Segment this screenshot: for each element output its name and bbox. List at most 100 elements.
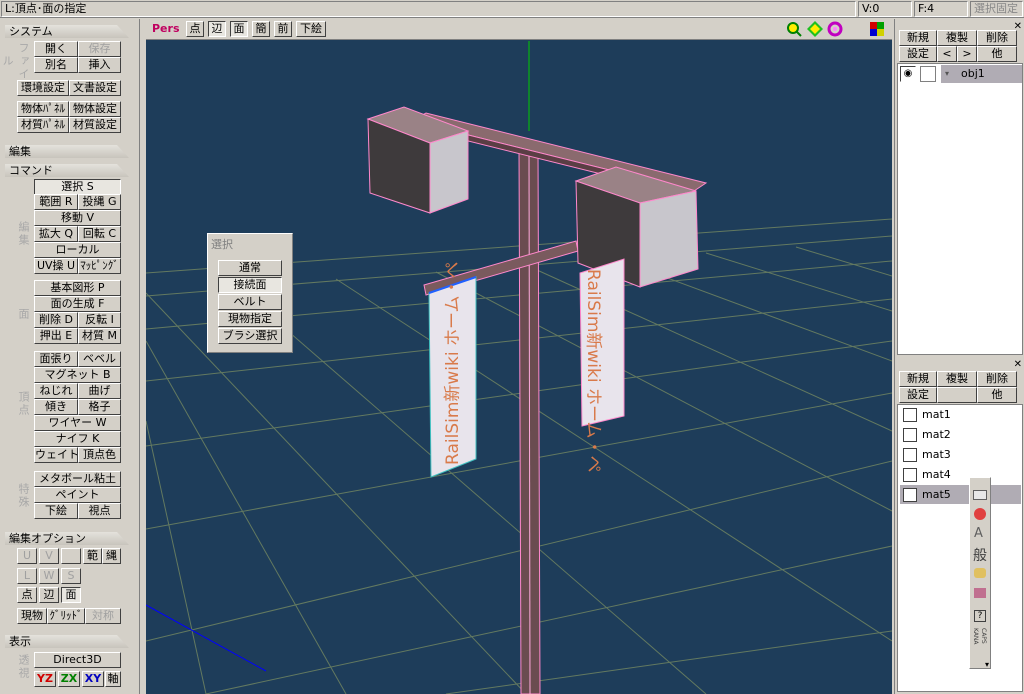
option-symmetry-toggle[interactable]: 対称 bbox=[85, 608, 121, 624]
bevel-button[interactable]: ベベル bbox=[78, 351, 121, 367]
option-v-toggle[interactable]: V bbox=[39, 548, 59, 564]
axis-yz-button[interactable]: YZ bbox=[34, 671, 56, 687]
select-brush-button[interactable]: ブラシ選択 bbox=[218, 328, 282, 344]
save-button[interactable]: 保存 bbox=[78, 41, 121, 57]
material-checkbox[interactable] bbox=[903, 448, 917, 462]
material-row[interactable]: mat2 bbox=[900, 425, 1021, 444]
option-u-toggle[interactable]: U bbox=[17, 548, 37, 564]
object-delete-button[interactable]: 削除 bbox=[977, 30, 1017, 46]
underlay-command-button[interactable]: 下絵 bbox=[34, 503, 78, 519]
direct3d-button[interactable]: Direct3D bbox=[34, 652, 121, 668]
insert-button[interactable]: 挿入 bbox=[78, 57, 121, 73]
paint-button[interactable]: ペイント bbox=[34, 487, 121, 503]
twist-button[interactable]: ねじれ bbox=[34, 383, 78, 399]
object-row[interactable]: ◉ obj1 ▾ bbox=[898, 64, 1022, 84]
uv-command-button[interactable]: UV操 U bbox=[34, 258, 78, 274]
material-row[interactable]: mat4 bbox=[900, 465, 1021, 484]
help-icon[interactable]: ? bbox=[974, 610, 986, 622]
option-grid-toggle[interactable]: ｸﾞﾘｯﾄﾞ bbox=[47, 608, 85, 624]
object-settings-button-panel[interactable]: 設定 bbox=[899, 46, 937, 62]
range-command-button[interactable]: 範囲 R bbox=[34, 194, 78, 210]
object-name-obj1[interactable]: obj1 bbox=[941, 65, 1022, 83]
visibility-eye-icon[interactable]: ◉ bbox=[900, 66, 916, 82]
vp-face-toggle[interactable]: 面 bbox=[230, 21, 248, 37]
scene-canvas[interactable]: RailSim新wiki ホーム・ペ RailSim新wiki ホーム・ペ bbox=[146, 41, 892, 694]
material-row[interactable]: mat3 bbox=[900, 445, 1021, 464]
option-lasso-toggle[interactable]: 縄 bbox=[102, 548, 121, 564]
axis-xy-button[interactable]: XY bbox=[82, 671, 104, 687]
extrude-command-button[interactable]: 押出 E bbox=[34, 328, 78, 344]
vp-front-toggle[interactable]: 前 bbox=[274, 21, 292, 37]
material-blank-button[interactable] bbox=[937, 387, 977, 403]
delete-command-button[interactable]: 削除 D bbox=[34, 312, 78, 328]
weight-button[interactable]: ウェイト bbox=[34, 447, 78, 463]
material-panel-button[interactable]: 材質ﾊﾟﾈﾙ bbox=[17, 117, 69, 133]
option-edge-toggle[interactable]: 辺 bbox=[39, 587, 59, 603]
material-duplicate-button[interactable]: 複製 bbox=[937, 371, 977, 387]
material-checkbox[interactable] bbox=[903, 408, 917, 422]
vp-underlay-toggle[interactable]: 下絵 bbox=[296, 21, 326, 37]
material-row-selected[interactable]: mat5 bbox=[900, 485, 1021, 504]
select-fix-toggle[interactable]: 選択固定 bbox=[970, 1, 1023, 17]
zoom-icon[interactable] bbox=[786, 21, 802, 37]
flip-command-button[interactable]: 反転 I bbox=[78, 312, 121, 328]
material-checkbox[interactable] bbox=[903, 468, 917, 482]
rotate-view-icon[interactable] bbox=[827, 21, 843, 37]
vp-simple-toggle[interactable]: 簡 bbox=[252, 21, 270, 37]
object-settings-button[interactable]: 物体設定 bbox=[69, 101, 121, 117]
generate-face-button[interactable]: 面の生成 F bbox=[34, 296, 121, 312]
wire-button[interactable]: ワイヤー W bbox=[34, 415, 121, 431]
local-command-button[interactable]: ローカル bbox=[34, 242, 121, 258]
lattice-button[interactable]: 格子 bbox=[78, 399, 121, 415]
option-s-toggle[interactable]: S bbox=[61, 568, 81, 584]
material-list[interactable]: mat1 mat2 mat3 mat4 mat5 bbox=[897, 404, 1023, 692]
ime-alpha-label[interactable]: A bbox=[974, 526, 983, 541]
select-belt-button[interactable]: ベルト bbox=[218, 294, 282, 310]
object-panel-button[interactable]: 物体ﾊﾟﾈﾙ bbox=[17, 101, 69, 117]
scale-command-button[interactable]: 拡大 Q bbox=[34, 226, 78, 242]
save-as-button[interactable]: 別名 bbox=[34, 57, 78, 73]
tilt-button[interactable]: 傾き bbox=[34, 399, 78, 415]
view-command-button[interactable]: 視点 bbox=[78, 503, 121, 519]
material-delete-button[interactable]: 削除 bbox=[977, 371, 1017, 387]
lasso-command-button[interactable]: 投縄 G bbox=[78, 194, 121, 210]
option-face-toggle[interactable]: 面 bbox=[61, 587, 81, 603]
option-w-toggle[interactable]: W bbox=[39, 568, 59, 584]
material-command-button[interactable]: 材質 M bbox=[78, 328, 121, 344]
select-connected-button[interactable]: 接続面 bbox=[218, 277, 282, 293]
bend-button[interactable]: 曲げ bbox=[78, 383, 121, 399]
select-normal-button[interactable]: 通常 bbox=[218, 260, 282, 276]
ime-general-label[interactable]: 般 bbox=[973, 545, 987, 565]
metaball-button[interactable]: メタボール粘土 bbox=[34, 471, 121, 487]
pan-icon[interactable] bbox=[807, 21, 823, 37]
select-command-button[interactable]: 選択 S bbox=[34, 179, 121, 195]
option-current-toggle[interactable]: 現物 bbox=[17, 608, 47, 624]
ime-ball-icon[interactable] bbox=[974, 508, 986, 520]
basic-shape-button[interactable]: 基本図形 P bbox=[34, 280, 121, 296]
option-blank-toggle[interactable] bbox=[61, 548, 81, 564]
select-current-button[interactable]: 現物指定 bbox=[218, 311, 282, 327]
color-quad-icon[interactable] bbox=[870, 22, 884, 36]
material-settings-button[interactable]: 材質設定 bbox=[69, 117, 121, 133]
lock-toggle[interactable] bbox=[920, 66, 936, 82]
knife-button[interactable]: ナイフ K bbox=[34, 431, 121, 447]
ime-menu-arrow-icon[interactable]: ▾ bbox=[985, 660, 989, 669]
doc-settings-button[interactable]: 文書設定 bbox=[69, 80, 121, 96]
vp-edge-toggle[interactable]: 辺 bbox=[208, 21, 226, 37]
material-checkbox[interactable] bbox=[903, 488, 917, 502]
ime-pad-icon[interactable] bbox=[974, 588, 986, 598]
material-new-button[interactable]: 新規 bbox=[899, 371, 937, 387]
keyboard-icon[interactable] bbox=[973, 490, 987, 500]
vertex-color-button[interactable]: 頂点色 bbox=[78, 447, 121, 463]
axis-toggle-button[interactable]: 軸 bbox=[105, 671, 121, 687]
magnet-button[interactable]: マグネット B bbox=[34, 367, 121, 383]
rotate-command-button[interactable]: 回転 C bbox=[78, 226, 121, 242]
material-panel-close-icon[interactable]: ✕ bbox=[1014, 359, 1022, 370]
material-checkbox[interactable] bbox=[903, 428, 917, 442]
material-other-button[interactable]: 他 bbox=[977, 387, 1017, 403]
move-command-button[interactable]: 移動 V bbox=[34, 210, 121, 226]
object-new-button[interactable]: 新規 bbox=[899, 30, 937, 46]
object-other-button[interactable]: 他 bbox=[977, 46, 1017, 62]
vp-point-toggle[interactable]: 点 bbox=[186, 21, 204, 37]
object-duplicate-button[interactable]: 複製 bbox=[937, 30, 977, 46]
